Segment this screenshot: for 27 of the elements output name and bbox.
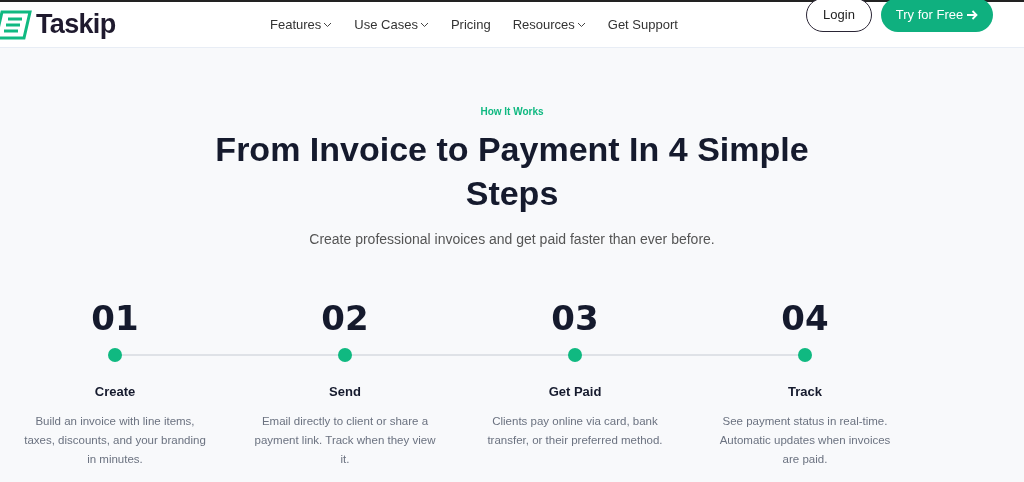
section-title: From Invoice to Payment In 4 Simple Steps (214, 129, 810, 214)
step-number: 04 (781, 298, 829, 338)
step-description: Email directly to client or share a payment link. Track when they view it. (253, 413, 437, 467)
section-eyebrow: How It Works (480, 105, 544, 119)
nav-link[interactable]: Resources (512, 14, 586, 35)
nav-link[interactable]: Use Cases (354, 14, 429, 35)
arrow-right-icon (967, 10, 979, 20)
logo-icon (0, 9, 32, 40)
step-description: See payment status in real-time. Automatic updates when invoices are paid. (718, 413, 892, 467)
chevron-down-icon (323, 21, 333, 28)
step-number: 01 (91, 298, 139, 338)
step-title: Create (94, 383, 136, 401)
nav-link[interactable]: Pricing (450, 14, 491, 35)
login-button[interactable]: Login (806, 0, 872, 32)
step-title: Get Paid (548, 383, 602, 401)
step-number: 03 (551, 298, 599, 338)
step-description: Clients pay online via card, bank transfer, or their preferred method. (486, 413, 664, 448)
step-title: Track (788, 383, 822, 401)
nav-link[interactable]: Get Support (607, 14, 678, 35)
nav-link[interactable]: Features (270, 14, 333, 35)
section-subtitle: Create professional invoices and get paid faster than ever before. (309, 230, 715, 249)
step-number: 02 (321, 298, 369, 338)
chevron-down-icon (576, 21, 586, 28)
step-title: Send (329, 383, 361, 401)
step-description: Build an invoice with line items, taxes, discounts, and your branding in minutes. (23, 413, 207, 467)
logo-text: Taskip (36, 8, 116, 42)
chevron-down-icon (419, 21, 429, 28)
